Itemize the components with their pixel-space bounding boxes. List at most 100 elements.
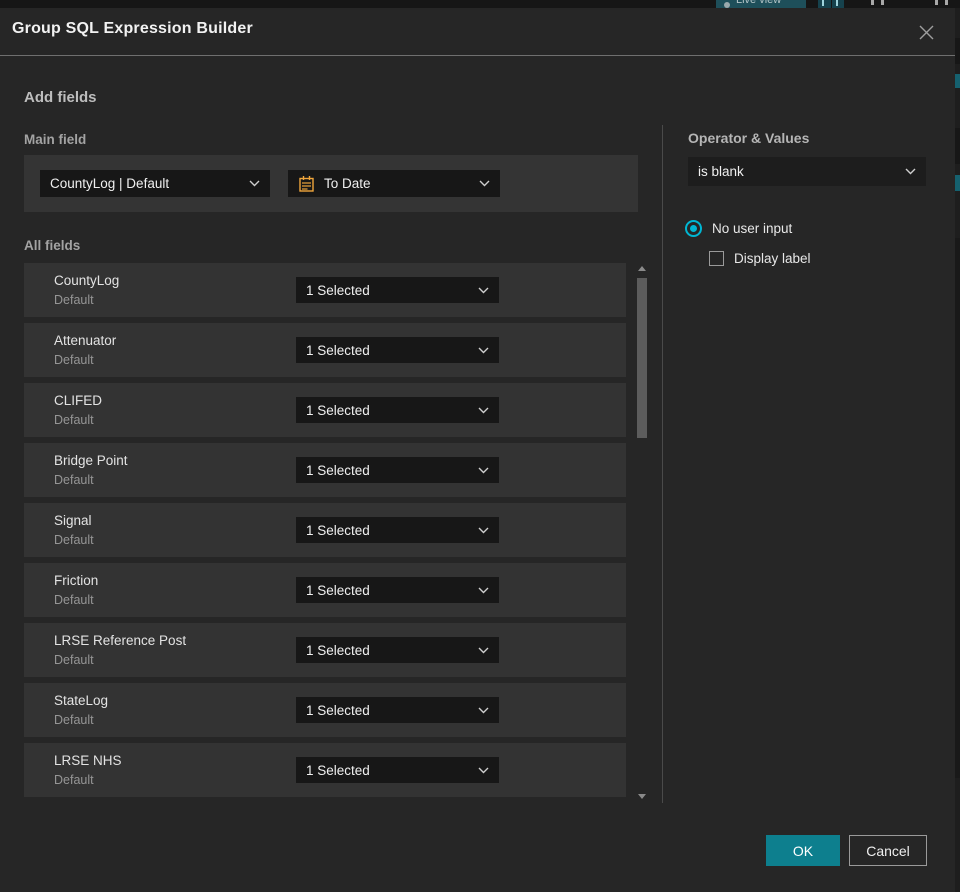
toolbar-icon-fragment bbox=[935, 0, 938, 5]
field-name: CLIFED bbox=[54, 393, 103, 408]
field-row: Bridge Point Default 1 Selected bbox=[24, 443, 626, 497]
ok-button[interactable]: OK bbox=[766, 835, 840, 866]
field-selection-value: 1 Selected bbox=[306, 642, 370, 658]
toolbar-icon-fragment bbox=[881, 0, 884, 5]
field-row: CountyLog Default 1 Selected bbox=[24, 263, 626, 317]
field-row: Signal Default 1 Selected bbox=[24, 503, 626, 557]
toolbar-icon-fragment bbox=[945, 0, 948, 5]
panel-divider bbox=[662, 125, 663, 803]
live-view-label: Live view bbox=[736, 0, 782, 6]
field-selection-value: 1 Selected bbox=[306, 342, 370, 358]
background-fragment bbox=[955, 238, 960, 778]
background-fragment bbox=[955, 175, 960, 191]
live-view-button[interactable]: Live view bbox=[716, 0, 806, 8]
field-selection-select[interactable]: 1 Selected bbox=[296, 577, 499, 603]
scrollbar-down-arrow[interactable] bbox=[638, 794, 646, 799]
field-selection-select[interactable]: 1 Selected bbox=[296, 457, 499, 483]
main-field-select[interactable]: CountyLog | Default bbox=[40, 170, 270, 197]
field-sublabel: Default bbox=[54, 293, 94, 307]
field-selection-value: 1 Selected bbox=[306, 282, 370, 298]
field-name: Friction bbox=[54, 573, 99, 588]
chevron-down-icon bbox=[478, 347, 489, 354]
operator-values-heading: Operator & Values bbox=[688, 130, 810, 146]
background-fragment bbox=[955, 38, 960, 64]
field-row: Attenuator Default 1 Selected bbox=[24, 323, 626, 377]
chevron-down-icon bbox=[478, 767, 489, 774]
field-row: LRSE NHS Default 1 Selected bbox=[24, 743, 626, 797]
background-fragment bbox=[955, 74, 960, 88]
toolbar-button-fragment[interactable] bbox=[832, 0, 844, 8]
checkbox-icon bbox=[709, 251, 724, 266]
field-selection-value: 1 Selected bbox=[306, 402, 370, 418]
group-sql-expression-builder-dialog: Group SQL Expression Builder Add fields … bbox=[0, 8, 955, 892]
field-selection-value: 1 Selected bbox=[306, 522, 370, 538]
main-field-box: CountyLog | Default To Date bbox=[24, 155, 638, 212]
screen: Live view Group SQL Expression Builder A… bbox=[0, 0, 960, 892]
field-selection-select[interactable]: 1 Selected bbox=[296, 397, 499, 423]
field-sublabel: Default bbox=[54, 353, 94, 367]
display-label-label: Display label bbox=[734, 251, 811, 266]
field-selection-value: 1 Selected bbox=[306, 582, 370, 598]
cancel-button[interactable]: Cancel bbox=[849, 835, 927, 866]
display-label-checkbox[interactable]: Display label bbox=[709, 251, 811, 266]
field-row: LRSE Reference Post Default 1 Selected bbox=[24, 623, 626, 677]
all-fields-heading: All fields bbox=[24, 238, 81, 253]
main-field-type-value: To Date bbox=[324, 176, 371, 191]
chevron-down-icon bbox=[905, 168, 916, 175]
add-fields-heading: Add fields bbox=[24, 89, 97, 106]
field-selection-value: 1 Selected bbox=[306, 702, 370, 718]
field-selection-value: 1 Selected bbox=[306, 462, 370, 478]
field-row: Friction Default 1 Selected bbox=[24, 563, 626, 617]
field-name: Attenuator bbox=[54, 333, 117, 348]
field-name: StateLog bbox=[54, 693, 109, 708]
scrollbar-thumb[interactable] bbox=[637, 278, 647, 438]
chevron-down-icon bbox=[478, 707, 489, 714]
field-name: Bridge Point bbox=[54, 453, 128, 468]
main-field-type-select[interactable]: To Date bbox=[288, 170, 500, 197]
field-name: Signal bbox=[54, 513, 92, 528]
field-selection-select[interactable]: 1 Selected bbox=[296, 277, 499, 303]
main-field-heading: Main field bbox=[24, 132, 87, 147]
background-right-strip bbox=[955, 8, 960, 892]
field-row: CLIFED Default 1 Selected bbox=[24, 383, 626, 437]
field-selection-select[interactable]: 1 Selected bbox=[296, 337, 499, 363]
main-field-select-value: CountyLog | Default bbox=[50, 176, 170, 191]
field-sublabel: Default bbox=[54, 713, 94, 727]
field-sublabel: Default bbox=[54, 773, 94, 787]
chevron-down-icon bbox=[249, 180, 260, 187]
no-user-input-label: No user input bbox=[712, 221, 793, 236]
field-selection-value: 1 Selected bbox=[306, 762, 370, 778]
field-row: StateLog Default 1 Selected bbox=[24, 683, 626, 737]
close-icon[interactable] bbox=[912, 18, 940, 46]
operator-select[interactable]: is blank bbox=[688, 157, 926, 186]
chevron-down-icon bbox=[478, 287, 489, 294]
field-selection-select[interactable]: 1 Selected bbox=[296, 697, 499, 723]
field-sublabel: Default bbox=[54, 413, 94, 427]
title-divider bbox=[0, 55, 955, 56]
chevron-down-icon bbox=[478, 407, 489, 414]
field-name: LRSE NHS bbox=[54, 753, 122, 768]
chevron-down-icon bbox=[478, 647, 489, 654]
dialog-title: Group SQL Expression Builder bbox=[12, 20, 253, 37]
field-selection-select[interactable]: 1 Selected bbox=[296, 757, 499, 783]
toolbar-button-fragment[interactable] bbox=[818, 0, 831, 8]
chevron-down-icon bbox=[478, 527, 489, 534]
field-selection-select[interactable]: 1 Selected bbox=[296, 517, 499, 543]
toolbar-icon-fragment bbox=[871, 0, 874, 5]
calendar-icon bbox=[298, 175, 315, 193]
chevron-down-icon bbox=[478, 467, 489, 474]
field-sublabel: Default bbox=[54, 653, 94, 667]
field-sublabel: Default bbox=[54, 593, 94, 607]
operator-select-value: is blank bbox=[698, 164, 744, 179]
field-sublabel: Default bbox=[54, 533, 94, 547]
chevron-down-icon bbox=[479, 180, 490, 187]
radio-icon bbox=[685, 220, 702, 237]
chevron-down-icon bbox=[478, 587, 489, 594]
background-fragment bbox=[955, 128, 960, 164]
field-sublabel: Default bbox=[54, 473, 94, 487]
scrollbar-up-arrow[interactable] bbox=[638, 266, 646, 271]
no-user-input-radio[interactable]: No user input bbox=[685, 220, 792, 237]
field-name: LRSE Reference Post bbox=[54, 633, 187, 648]
field-selection-select[interactable]: 1 Selected bbox=[296, 637, 499, 663]
field-name: CountyLog bbox=[54, 273, 120, 288]
